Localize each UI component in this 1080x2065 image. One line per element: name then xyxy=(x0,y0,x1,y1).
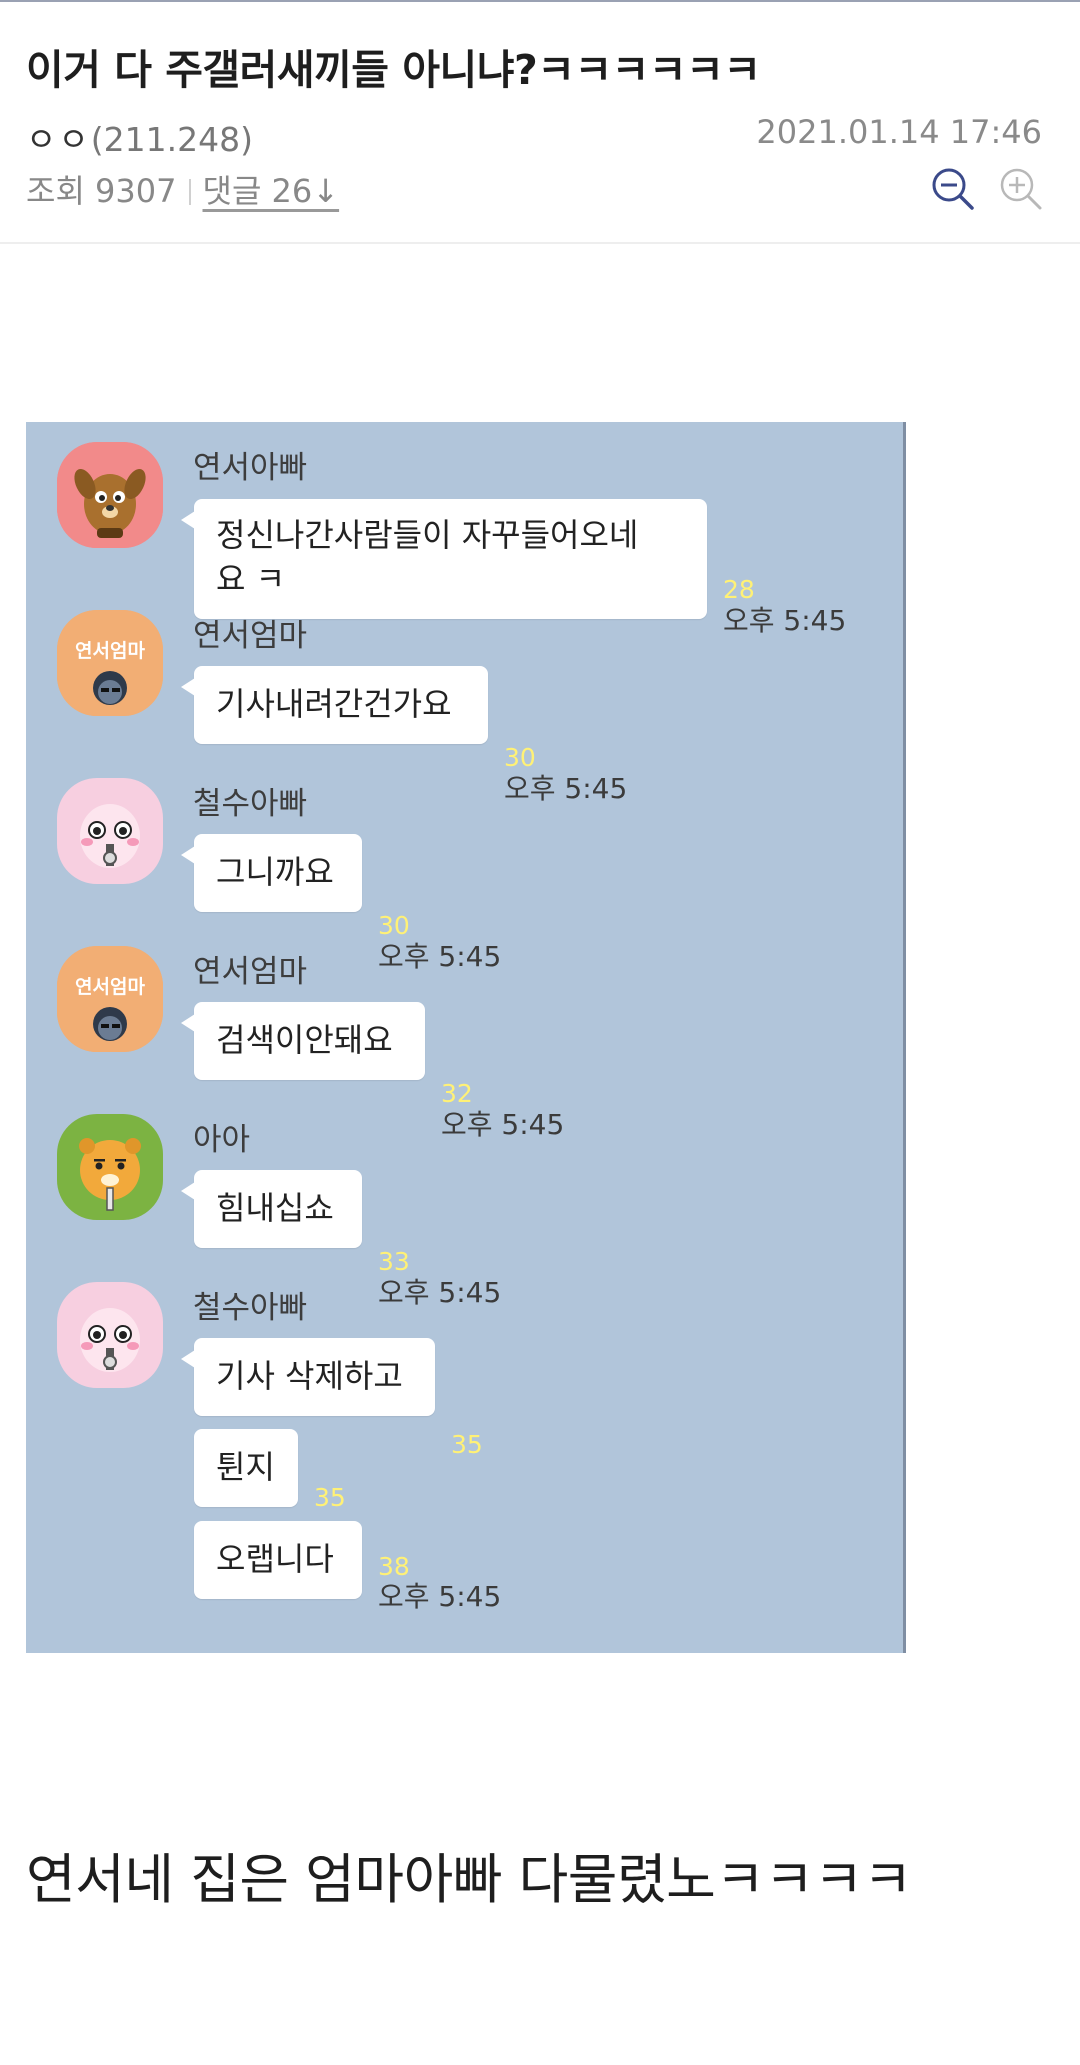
post-header: 이거 다 주갤러새끼들 아니냐?ㅋㅋㅋㅋㅋㅋ ㅇㅇ(211.248) 2021.… xyxy=(0,0,1080,244)
message-group: 연서아빠 정신나간사람들이 자꾸들어오네 요 ㅋ 28 오후 5:45 xyxy=(26,442,906,636)
message-text: 정신나간사람들이 자꾸들어오네 요 ㅋ xyxy=(216,516,639,598)
post-title: 이거 다 주갤러새끼들 아니냐?ㅋㅋㅋㅋㅋㅋ xyxy=(26,46,761,94)
message-group: 철수아빠 기사 삭제하고 35 튄지 35 오랩니다 38 오후 5:45 xyxy=(26,1282,906,1642)
view-count: 조회 9307 xyxy=(26,172,177,210)
sender-name: 연서엄마 xyxy=(193,954,308,990)
comment-count-link[interactable]: 댓글 26↓ xyxy=(203,172,340,210)
yeonseo-mom-avatar-icon: 연서엄마 xyxy=(57,946,163,1052)
zoom-out-icon xyxy=(932,168,974,210)
chat-bubble[interactable]: 튄지 xyxy=(194,1429,298,1507)
yellow-lion-avatar-icon xyxy=(57,1114,163,1220)
message-group: 연서엄마 연서엄마 기사내려간건가요 30 오후 5:45 xyxy=(26,610,906,804)
unread-count: 32 xyxy=(441,1079,473,1108)
zoom-in-icon xyxy=(1000,168,1042,210)
unread-count: 35 xyxy=(451,1430,483,1459)
chat-bubble[interactable]: 기사내려간건가요 xyxy=(181,666,488,744)
stats-row: 조회 9307 댓글 26↓ xyxy=(26,166,1042,210)
message-group: 철수아빠 그니까요 30 오후 5:45 xyxy=(26,778,906,972)
message-time: 오후 5:45 xyxy=(378,1580,502,1613)
author-name[interactable]: ㅇㅇ xyxy=(26,120,91,159)
chat-bubble[interactable]: 그니까요 xyxy=(181,834,362,912)
kakaotalk-chat-screenshot: 연서아빠 정신나간사람들이 자꾸들어오네 요 ㅋ 28 오후 5:45 연서엄마… xyxy=(26,422,906,1653)
pink-peach-avatar-icon xyxy=(57,778,163,884)
chat-bubble[interactable]: 오랩니다 xyxy=(194,1521,362,1599)
chat-bubble[interactable]: 검색이안돼요 xyxy=(181,1002,425,1080)
message-group: 아아 힘내십쇼 33 오후 5:45 xyxy=(26,1114,906,1308)
sender-name: 철수아빠 xyxy=(193,786,308,822)
post-body-caption: 연서네 집은 엄마아빠 다물렸노ㅋㅋㅋㅋ xyxy=(26,1848,913,1911)
chat-bubble[interactable]: 정신나간사람들이 자꾸들어오네 요 ㅋ xyxy=(181,499,707,619)
chat-bubble[interactable]: 기사 삭제하고 xyxy=(181,1338,435,1416)
avatar-text: 연서엄마 xyxy=(75,976,145,998)
zoom-out-button[interactable] xyxy=(930,166,976,212)
unread-count: 30 xyxy=(378,911,410,940)
message-text: 검색이안돼요 xyxy=(216,1021,393,1059)
message-text: 기사내려간건가요 xyxy=(216,685,452,723)
post-date: 2021.01.14 17:46 xyxy=(756,113,1042,151)
message-text: 힘내십쇼 xyxy=(216,1189,334,1227)
unread-count: 35 xyxy=(314,1483,346,1512)
avatar-text: 연서엄마 xyxy=(75,640,145,662)
unread-count: 28 xyxy=(723,575,755,604)
message-text: 기사 삭제하고 xyxy=(216,1357,403,1395)
stats-divider xyxy=(188,179,191,205)
unread-count: 30 xyxy=(504,743,536,772)
sender-name: 연서아빠 xyxy=(193,450,308,486)
sender-name: 철수아빠 xyxy=(193,1290,308,1326)
zoom-in-button[interactable] xyxy=(998,166,1044,212)
message-text: 그니까요 xyxy=(216,853,334,891)
author-row: ㅇㅇ(211.248) 2021.01.14 17:46 xyxy=(26,113,1042,159)
message-text: 튄지 xyxy=(216,1448,275,1486)
author-ip: (211.248) xyxy=(90,120,253,159)
sender-name: 연서엄마 xyxy=(193,618,308,654)
yeonseo-mom-avatar-icon: 연서엄마 xyxy=(57,610,163,716)
message-group: 연서엄마 연서엄마 검색이안돼요 32 오후 5:45 xyxy=(26,946,906,1140)
sender-name: 아아 xyxy=(193,1122,251,1158)
message-text: 오랩니다 xyxy=(216,1540,334,1578)
pink-peach-avatar-icon xyxy=(57,1282,163,1388)
unread-count: 38 xyxy=(378,1552,410,1581)
chat-bubble[interactable]: 힘내십쇼 xyxy=(181,1170,362,1248)
unread-count: 33 xyxy=(378,1247,410,1276)
brown-dog-avatar-icon xyxy=(57,442,163,548)
